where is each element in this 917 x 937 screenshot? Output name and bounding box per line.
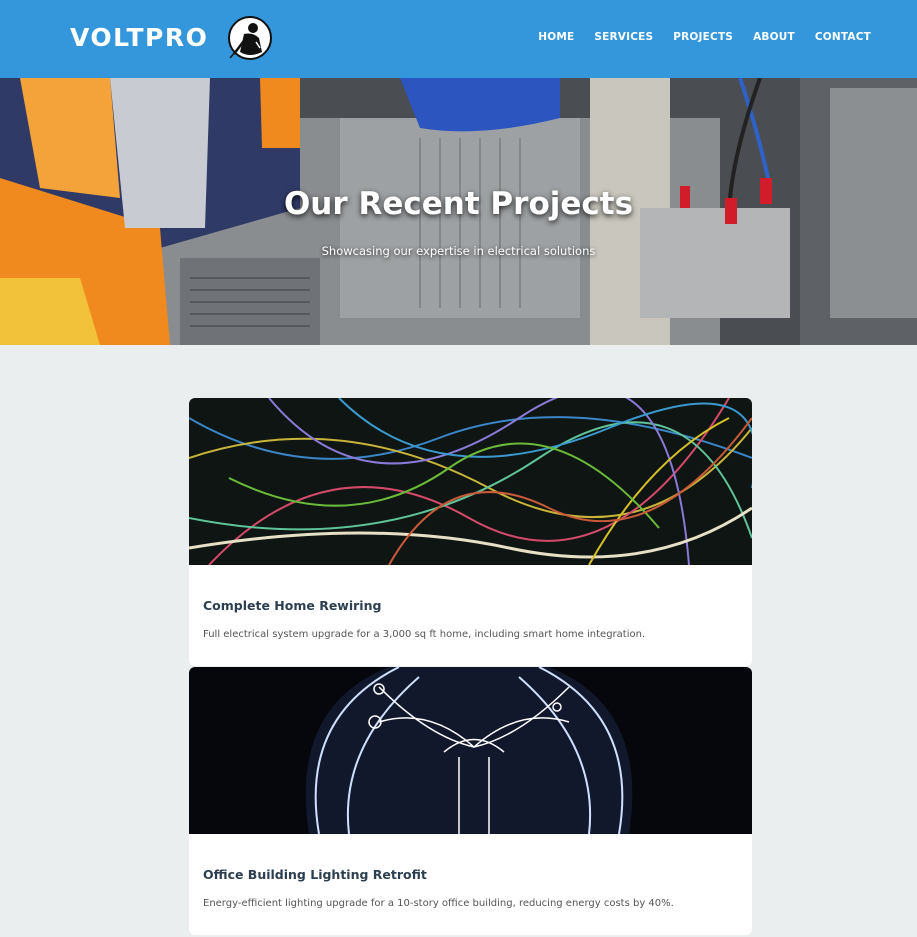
nav-contact[interactable]: CONTACT — [815, 30, 871, 44]
tangled-wires-photo — [189, 398, 752, 565]
brand-name[interactable]: VOLTPRO — [70, 14, 208, 62]
brand[interactable]: VOLTPRO — [70, 14, 274, 62]
nav-about[interactable]: ABOUT — [753, 30, 795, 44]
project-description: Energy-efficient lighting upgrade for a … — [203, 898, 674, 909]
hero-title: Our Recent Projects — [283, 186, 634, 222]
electrician-logo-icon[interactable] — [226, 14, 274, 62]
hero-subtitle: Showcasing our expertise in electrical s… — [321, 244, 596, 258]
light-bulb-filament-photo — [189, 667, 752, 834]
hero-banner: Our Recent Projects Showcasing our exper… — [0, 78, 917, 345]
nav-home[interactable]: HOME — [538, 30, 574, 44]
project-card[interactable]: Complete Home Rewiring Full electrical s… — [189, 398, 752, 666]
project-card[interactable]: Office Building Lighting Retrofit Energy… — [189, 667, 752, 935]
project-description: Full electrical system upgrade for a 3,0… — [203, 629, 646, 640]
project-title[interactable]: Complete Home Rewiring — [203, 598, 381, 614]
site-header: VOLTPRO HOME SERVICES PROJECTS ABOUT CON… — [0, 0, 917, 78]
main-nav: HOME SERVICES PROJECTS ABOUT CONTACT — [518, 30, 871, 44]
nav-services[interactable]: SERVICES — [594, 30, 653, 44]
project-title[interactable]: Office Building Lighting Retrofit — [203, 867, 427, 883]
nav-projects[interactable]: PROJECTS — [673, 30, 733, 44]
